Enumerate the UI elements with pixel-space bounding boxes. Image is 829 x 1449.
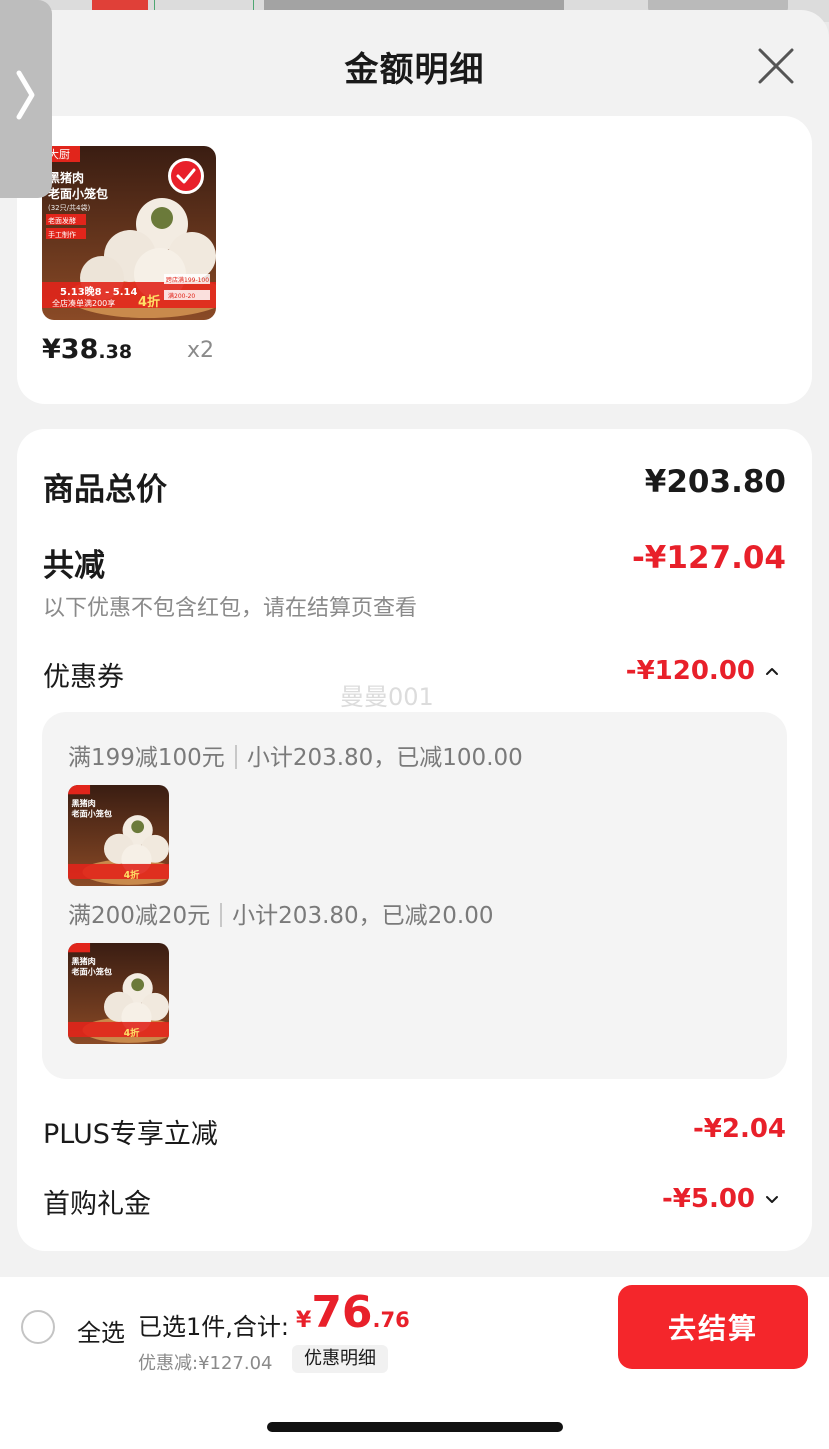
first-purchase-gift-value: -¥5.00: [661, 1184, 755, 1214]
svg-text:老面发酵: 老面发酵: [48, 216, 76, 225]
svg-text:4折: 4折: [124, 869, 140, 881]
watermark: 曼曼001: [340, 683, 434, 711]
product-quantity: x2: [187, 338, 215, 363]
svg-text:老面小笼包: 老面小笼包: [70, 808, 112, 818]
first-purchase-gift-label: 首购礼金: [43, 1189, 151, 1220]
total-main: 76: [311, 1287, 373, 1338]
total-reduce-label: 共减: [43, 548, 105, 584]
coupon-rule-line: 满199减100元 小计203.80，已减100.00: [68, 738, 523, 772]
svg-text:黑猪肉: 黑猪肉: [48, 170, 84, 185]
total-amount: ¥76.76: [296, 1287, 410, 1338]
svg-text:满200-20: 满200-20: [168, 292, 195, 300]
total-price-value: ¥203.80: [644, 464, 786, 500]
gift-toggle[interactable]: -¥5.00: [662, 1184, 779, 1214]
divider: [220, 903, 223, 927]
svg-text:老面小笼包: 老面小笼包: [70, 966, 112, 976]
steamed-bun-thumb-icon: 黑猪肉 老面小笼包 4折: [68, 943, 169, 1044]
svg-text:手工制作: 手工制作: [48, 230, 76, 239]
coupon-rule: 满200减20元: [68, 903, 211, 929]
svg-text:5.13晚8 - 5.14: 5.13晚8 - 5.14: [60, 285, 137, 298]
svg-text:跨店满199-100: 跨店满199-100: [166, 276, 209, 284]
svg-text:4折: 4折: [124, 1027, 140, 1039]
home-area: [0, 1377, 829, 1449]
selected-check-icon[interactable]: [168, 158, 204, 194]
home-indicator[interactable]: [267, 1422, 563, 1432]
close-button[interactable]: [754, 44, 798, 88]
close-icon: [758, 48, 794, 84]
coupon-label: 优惠券: [43, 662, 124, 693]
coupon-detail: 小计203.80，已减100.00: [246, 745, 523, 771]
chevron-down-icon: [766, 1196, 778, 1203]
coupon-value: -¥120.00: [625, 656, 755, 686]
total-decimal: .76: [372, 1308, 410, 1332]
coupon-toggle[interactable]: -¥120.00: [626, 656, 779, 686]
svg-text:老面小笼包: 老面小笼包: [48, 186, 108, 201]
plus-discount-label: PLUS专享立减: [43, 1119, 218, 1150]
discount-note: 以下优惠不包含红包，请在结算页查看: [43, 596, 418, 621]
discount-info: 优惠减:¥127.04: [138, 1353, 273, 1374]
select-all-radio[interactable]: [21, 1310, 55, 1344]
coupon-detail: 小计203.80，已减20.00: [232, 903, 494, 929]
svg-text:黑猪肉: 黑猪肉: [71, 956, 95, 966]
coupon-rule: 满199减100元: [68, 745, 225, 771]
chevron-right-icon: [16, 70, 35, 120]
checkout-button[interactable]: 去结算: [618, 1285, 808, 1369]
checkmark-icon: [176, 168, 196, 184]
total-price-label: 商品总价: [43, 472, 167, 508]
selected-info: 已选1件,合计:: [138, 1313, 289, 1341]
coupon-product-thumb[interactable]: 黑猪肉 老面小笼包 4折: [68, 943, 169, 1044]
product-price: ¥38.38: [42, 334, 132, 365]
divider: [234, 745, 237, 769]
side-expand-tab[interactable]: [0, 0, 52, 198]
svg-text:黑猪肉: 黑猪肉: [71, 798, 95, 808]
product-price-main: ¥38: [42, 334, 99, 365]
select-all-label[interactable]: 全选: [77, 1313, 125, 1348]
coupon-product-thumb[interactable]: 黑猪肉 老面小笼包 4折: [68, 785, 169, 886]
plus-discount-value: -¥2.04: [692, 1114, 786, 1144]
svg-text:(32只/共4袋): (32只/共4袋): [48, 203, 90, 212]
svg-text:全店凑单满200享: 全店凑单满200享: [52, 298, 115, 308]
total-reduce-value: -¥127.04: [631, 540, 786, 576]
product-price-decimal: .38: [98, 341, 133, 363]
total-yen: ¥: [296, 1308, 312, 1333]
sheet-title: 金额明细: [344, 50, 485, 90]
chevron-up-icon: [766, 668, 778, 675]
steamed-bun-thumb-icon: 黑猪肉 老面小笼包 4折: [68, 785, 169, 886]
discount-detail-button[interactable]: 优惠明细: [292, 1345, 388, 1373]
coupon-rule-line: 满200减20元 小计203.80，已减20.00: [68, 896, 494, 930]
svg-text:4折: 4折: [138, 294, 160, 310]
